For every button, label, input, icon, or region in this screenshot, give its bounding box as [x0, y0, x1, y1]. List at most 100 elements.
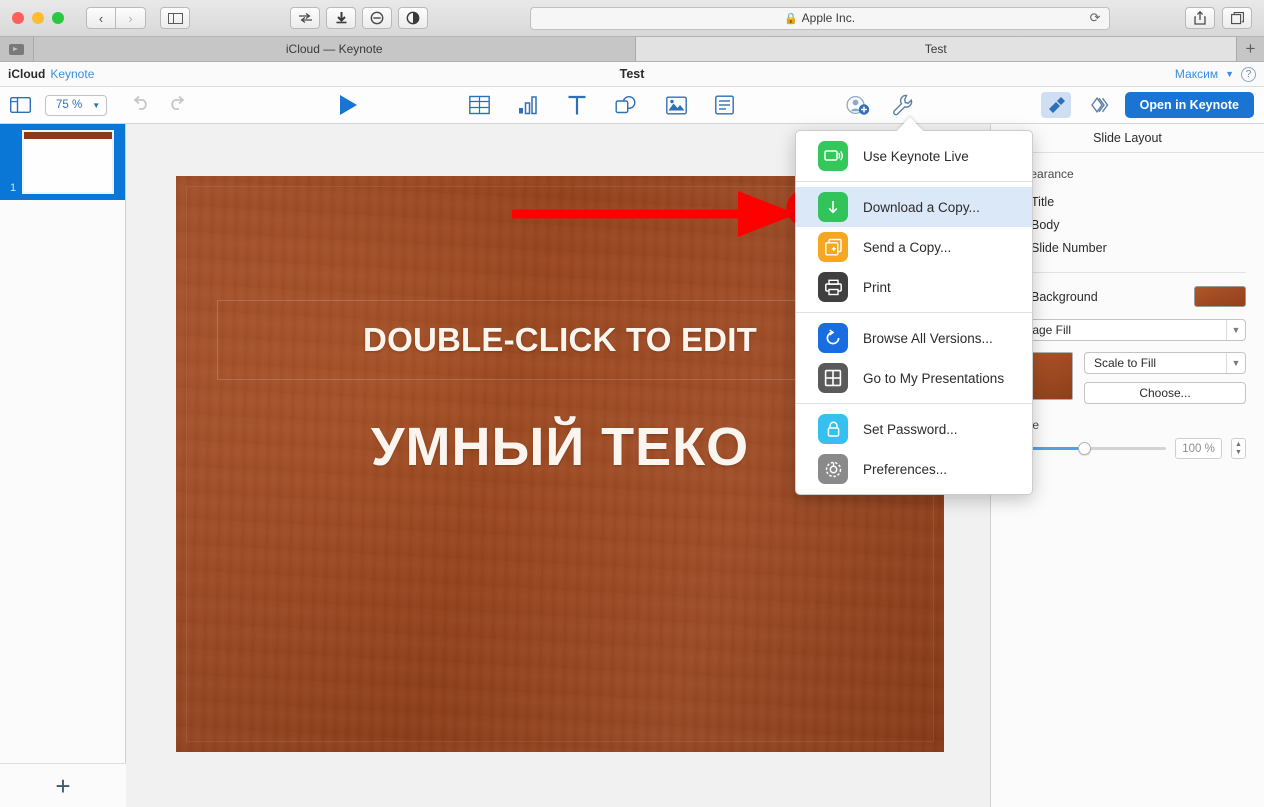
chevron-up-icon: ▲ [1235, 440, 1242, 448]
new-tab-label: + [1245, 39, 1256, 58]
airplay-icon [9, 43, 24, 55]
view-options-button[interactable] [10, 97, 31, 113]
scale-section-label: Scale [1009, 418, 1246, 432]
user-name-label: Максим [1174, 67, 1219, 81]
zoom-value: 75 % [56, 99, 83, 111]
popover-arrow [897, 117, 923, 131]
adblock-button[interactable] [362, 7, 392, 29]
play-presentation-button[interactable] [337, 93, 359, 117]
slide-number-checkbox-label: Slide Number [1031, 240, 1107, 255]
inspector-divider [1009, 272, 1246, 273]
chevron-down-icon: ▼ [1226, 353, 1245, 373]
show-sidebar-button[interactable] [160, 7, 190, 29]
undo-icon [133, 95, 147, 110]
menu-separator [796, 312, 1032, 313]
close-window-button[interactable] [12, 12, 24, 24]
scale-value-field[interactable]: 100 % [1175, 438, 1222, 459]
keynote-toolbar: 75 % ▼ Open in Keynote [0, 87, 1264, 124]
navigator-footer: + [0, 763, 126, 807]
insert-chart-button[interactable] [518, 95, 539, 115]
show-all-tabs-button[interactable] [1222, 7, 1252, 29]
tab-list-button[interactable] [0, 37, 34, 61]
downloads-button[interactable] [326, 7, 356, 29]
scale-stepper[interactable]: ▲ ▼ [1231, 438, 1246, 459]
scale-mode-select[interactable]: Scale to Fill ▼ [1084, 352, 1246, 374]
checkbox-row-title[interactable]: ✓ Title [1009, 190, 1246, 213]
menu-item-preferences[interactable]: Preferences... [796, 449, 1032, 489]
menu-item-set-password[interactable]: Set Password... [796, 409, 1032, 449]
collaborate-button[interactable] [846, 95, 870, 116]
tab-label: iCloud — Keynote [285, 42, 383, 56]
menu-item-browse-all-versions[interactable]: Browse All Versions... [796, 318, 1032, 358]
collaboration-group [846, 94, 913, 116]
menu-separator [796, 403, 1032, 404]
chart-icon [519, 96, 537, 115]
tools-button[interactable] [892, 94, 913, 116]
page-title: Test [619, 67, 645, 81]
sidebar-icon [167, 12, 183, 24]
menu-item-label: Print [863, 279, 891, 295]
body-checkbox-label: Body [1031, 217, 1060, 232]
fill-type-select[interactable]: Image Fill ▼ [1009, 319, 1246, 341]
browser-tab-icloud-keynote[interactable]: iCloud — Keynote [34, 37, 636, 61]
appearance-section-label: Appearance [1009, 167, 1074, 181]
back-button[interactable]: ‹ [86, 7, 116, 29]
keynote-web-window: ‹ › 🔒 Apple Inc. ⟳ iCloud — Keynote Test… [0, 0, 1264, 807]
undo-redo-group [131, 94, 187, 117]
menu-item-download-a-copy[interactable]: Download a Copy... [796, 187, 1032, 227]
menu-item-use-keynote-live[interactable]: Use Keynote Live [796, 136, 1032, 176]
maximize-window-button[interactable] [52, 12, 64, 24]
keynote-live-icon [818, 141, 848, 171]
zoom-select[interactable]: 75 % ▼ [45, 94, 108, 116]
animate-button[interactable] [1085, 95, 1111, 115]
menu-item-send-a-copy[interactable]: Send a Copy... [796, 227, 1032, 267]
slide-thumbnail-item[interactable]: 1 [0, 124, 125, 200]
share-button[interactable] [1185, 7, 1215, 29]
address-bar[interactable]: 🔒 Apple Inc. ⟳ [529, 6, 1110, 30]
tab-label: Test [924, 42, 947, 56]
table-icon [469, 95, 491, 115]
open-in-keynote-label: Open in Keynote [1139, 98, 1239, 112]
password-lock-icon [818, 414, 848, 444]
browser-right-actions [1185, 7, 1252, 29]
menu-item-go-to-my-presentations[interactable]: Go to My Presentations [796, 358, 1032, 398]
scale-control-row: 100 % ▲ ▼ [1009, 438, 1246, 459]
add-slide-button[interactable]: + [55, 773, 70, 799]
print-icon [818, 272, 848, 302]
new-tab-button[interactable]: + [1236, 37, 1264, 61]
redo-button[interactable] [167, 94, 187, 117]
insert-comment-button[interactable] [715, 95, 735, 115]
undo-button[interactable] [131, 94, 151, 117]
title-checkbox-label: Title [1031, 194, 1055, 209]
chevron-down-icon: ▼ [1226, 320, 1245, 340]
forward-button[interactable]: › [116, 7, 146, 29]
slide-number-label: 1 [10, 182, 17, 194]
browser-toolbar: ‹ › 🔒 Apple Inc. ⟳ [0, 0, 1264, 37]
insert-shape-button[interactable] [615, 95, 638, 115]
forward-icon: › [128, 10, 133, 26]
insert-text-button[interactable] [567, 95, 587, 116]
share-tabs-button[interactable] [290, 7, 320, 29]
user-menu[interactable]: Максим ▼ ? [1174, 66, 1256, 82]
shape-icon [615, 95, 636, 114]
menu-item-label: Use Keynote Live [863, 148, 969, 164]
checkbox-row-body[interactable]: ✓ Body [1009, 213, 1246, 236]
menu-item-print[interactable]: Print [796, 267, 1032, 307]
slider-knob[interactable] [1078, 442, 1092, 455]
checkbox-row-slide-number[interactable]: Slide Number [1009, 236, 1246, 259]
format-brush-icon [1048, 96, 1065, 113]
help-icon[interactable]: ? [1241, 66, 1256, 82]
browser-extension-group [290, 7, 428, 29]
main-area: 1 + DOUBLE-CLICK TO EDIT УМНЫЙ ТЕКО Slid… [0, 124, 1264, 807]
browser-tab-test[interactable]: Test [635, 37, 1236, 61]
insert-table-button[interactable] [469, 95, 491, 115]
reload-icon[interactable]: ⟳ [1090, 10, 1101, 26]
minimize-window-button[interactable] [32, 12, 44, 24]
choose-image-button[interactable]: Choose... [1084, 382, 1246, 404]
open-in-keynote-button[interactable]: Open in Keynote [1124, 92, 1254, 118]
insert-media-button[interactable] [666, 96, 688, 115]
browser-tab-bar: iCloud — Keynote Test + [0, 37, 1264, 62]
background-color-swatch[interactable] [1194, 286, 1246, 307]
format-button[interactable] [1040, 92, 1071, 118]
privacy-button[interactable] [398, 7, 428, 29]
